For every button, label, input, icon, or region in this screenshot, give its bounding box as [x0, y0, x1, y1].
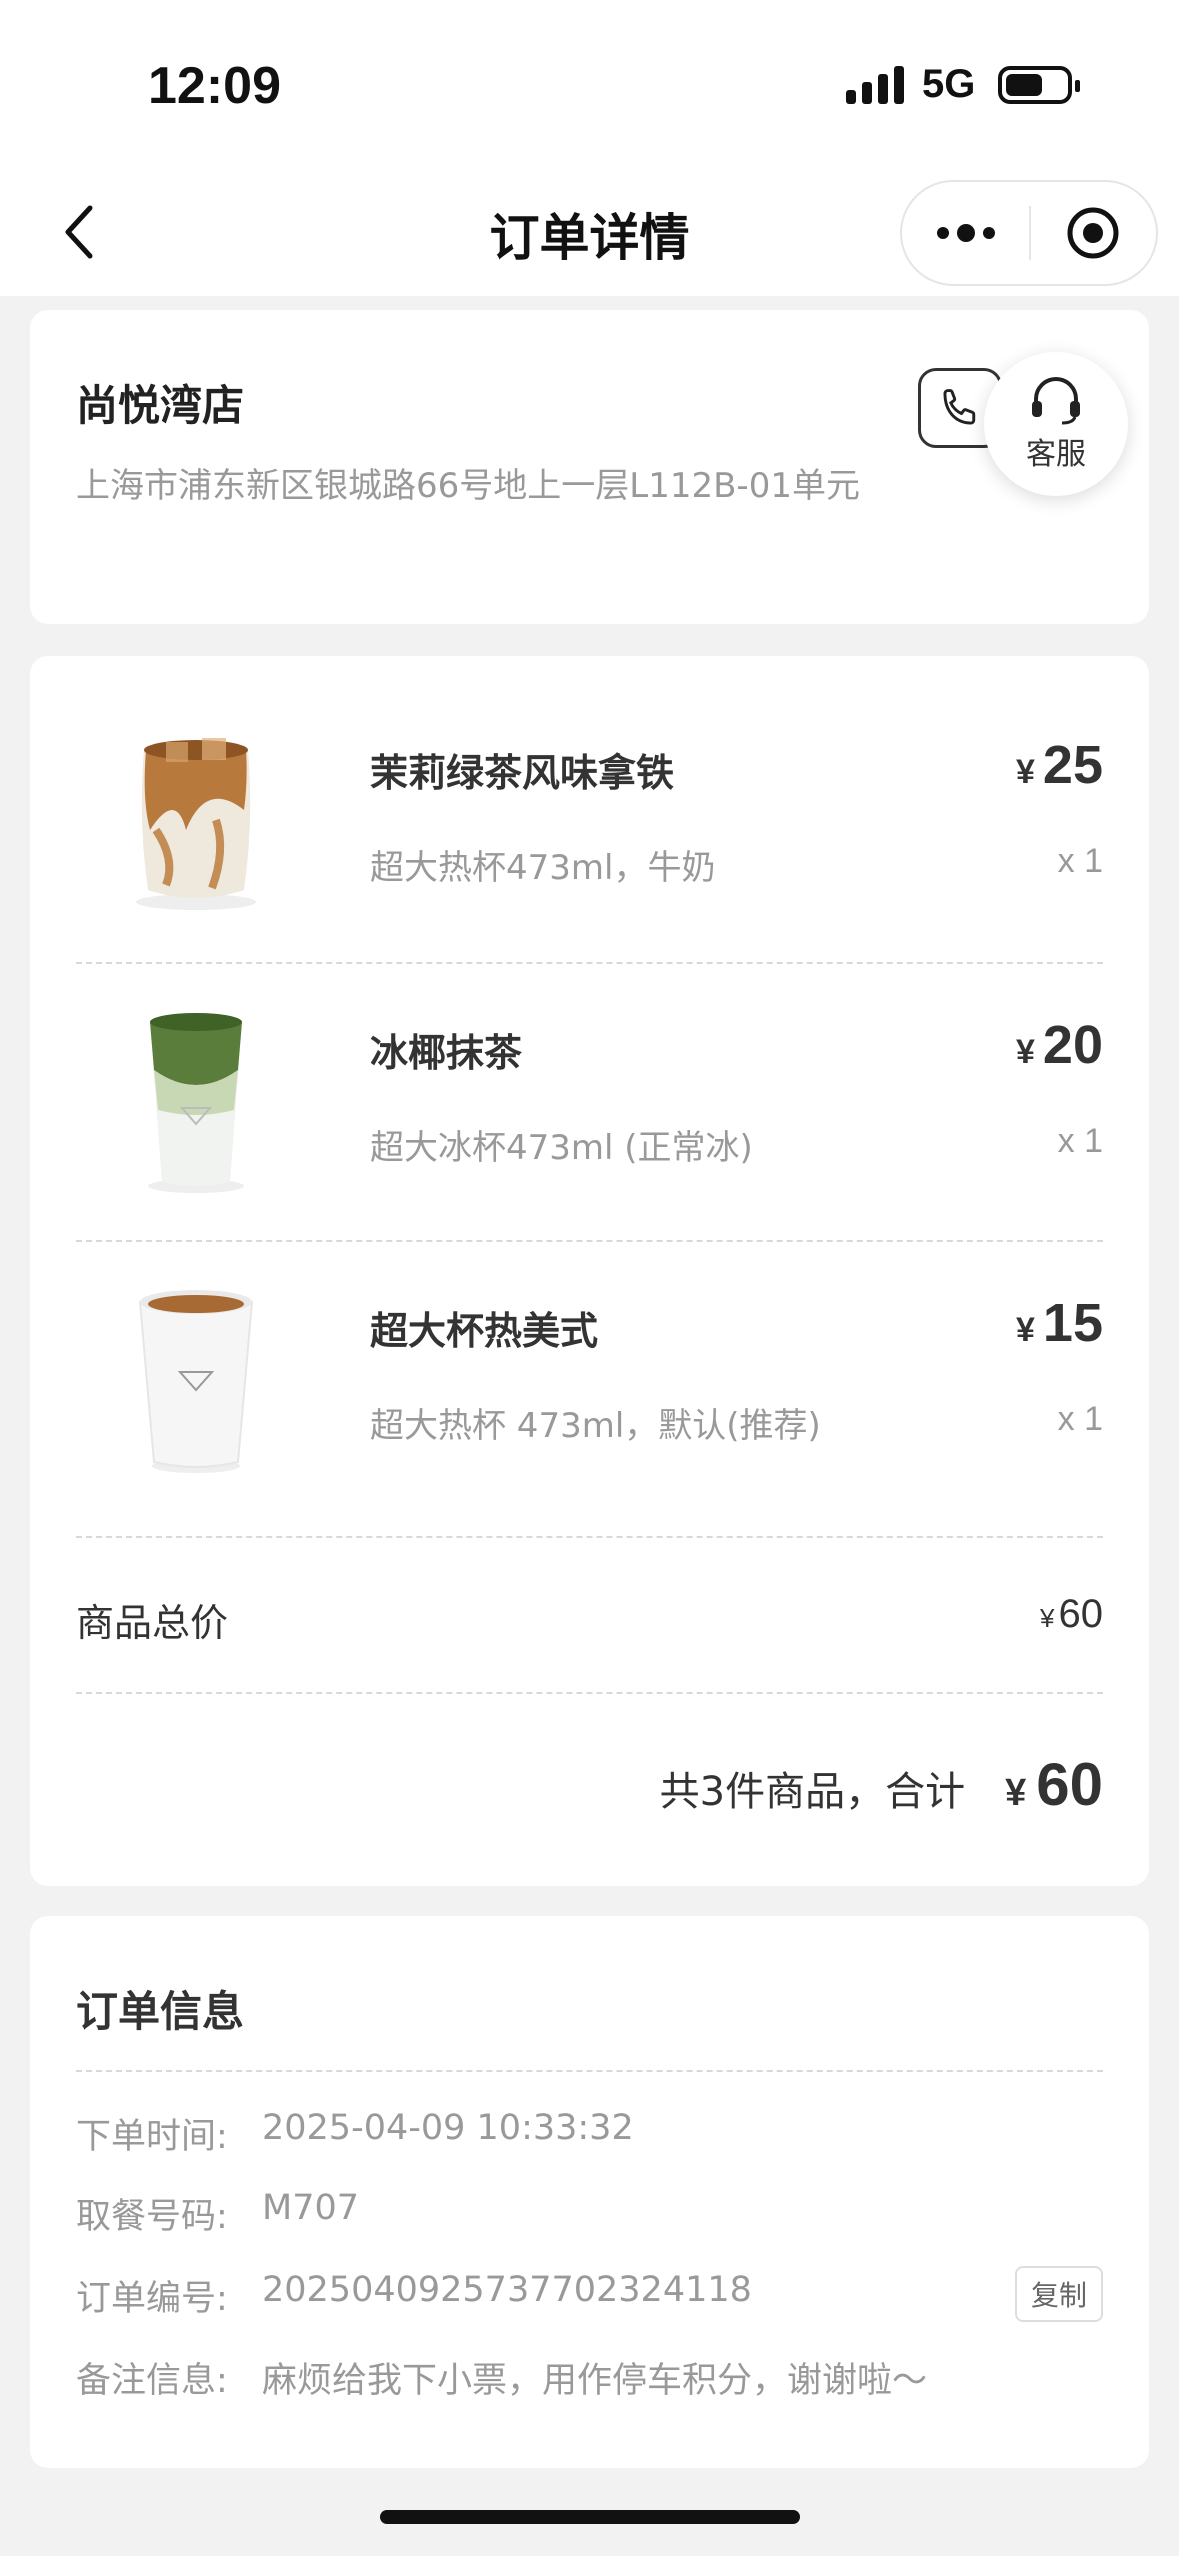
- store-name: 尚悦湾店: [76, 381, 245, 430]
- total-text: 共3件商品，合计: [659, 1769, 966, 1815]
- store-card: 尚悦湾店 上海市浦东新区银城路66号地上一层L112B-01单元 客服: [30, 310, 1149, 624]
- currency-symbol: ¥: [1040, 1603, 1055, 1633]
- order-time-value: 2025-04-09 10:33:32: [262, 2108, 634, 2148]
- item-divider: [76, 1536, 1103, 1538]
- item-quantity: x 1: [1057, 1400, 1103, 1438]
- list-item[interactable]: 冰椰抹茶 超大冰杯473ml (正常冰) ¥20 x 1: [76, 960, 1103, 1240]
- item-price-value: 20: [1042, 1015, 1103, 1075]
- total-row: 共3件商品，合计 ¥60: [660, 1750, 1103, 1819]
- item-price: ¥20: [1016, 1014, 1103, 1076]
- signal-icon: [846, 66, 904, 104]
- customer-service-button[interactable]: 客服: [984, 352, 1128, 496]
- matcha-drink-image: [148, 1013, 244, 1193]
- order-info-card: 订单信息 下单时间: 2025-04-09 10:33:32 取餐号码: M70…: [30, 1916, 1149, 2468]
- remark-row: 备注信息: 麻烦给我下小票，用作停车积分，谢谢啦～: [76, 2352, 927, 2403]
- nav-bar: 订单详情: [0, 170, 1179, 296]
- status-bar: 12:09 5G: [0, 0, 1179, 170]
- pickup-number-label: 取餐号码:: [76, 2197, 228, 2237]
- hot-americano-image: [138, 1290, 254, 1473]
- home-indicator[interactable]: [380, 2510, 800, 2524]
- order-items-card: 茉莉绿茶风味拿铁 超大热杯473ml，牛奶 ¥25 x 1 冰椰抹茶 超大冰杯4…: [30, 656, 1149, 1886]
- battery-icon: [998, 66, 1080, 104]
- item-price-value: 15: [1042, 1293, 1103, 1353]
- list-item[interactable]: 超大杯热美式 超大热杯 473ml，默认(推荐) ¥15 x 1: [76, 1238, 1103, 1518]
- item-spec: 超大冰杯473ml (正常冰): [370, 1128, 753, 1168]
- iced-latte-image: [136, 738, 256, 910]
- currency-symbol: ¥: [1016, 1311, 1035, 1349]
- subtotal-amount: 60: [1058, 1592, 1104, 1636]
- item-price: ¥15: [1016, 1292, 1103, 1354]
- order-number-label: 订单编号:: [76, 2279, 228, 2319]
- remark-value: 麻烦给我下小票，用作停车积分，谢谢啦～: [262, 2361, 928, 2401]
- close-mini-program-button[interactable]: [1031, 182, 1156, 284]
- item-price-value: 25: [1042, 735, 1103, 795]
- pickup-number-row: 取餐号码: M707: [76, 2188, 359, 2239]
- item-name: 茉莉绿茶风味拿铁: [370, 751, 675, 795]
- order-info-divider: [76, 2070, 1103, 2072]
- order-info-title: 订单信息: [76, 1987, 245, 2036]
- network-label: 5G: [922, 62, 976, 106]
- item-quantity: x 1: [1057, 842, 1103, 880]
- headset-icon: [1032, 377, 1080, 425]
- item-spec: 超大热杯 473ml，默认(推荐): [370, 1406, 821, 1446]
- customer-service-label: 客服: [1026, 437, 1086, 472]
- phone-icon: [943, 389, 976, 425]
- subtotal-label: 商品总价: [76, 1601, 229, 1645]
- more-button[interactable]: [902, 182, 1029, 284]
- item-name: 超大杯热美式: [370, 1309, 599, 1353]
- summary-divider: [76, 1692, 1103, 1694]
- order-time-label: 下单时间:: [76, 2117, 228, 2157]
- list-item[interactable]: 茉莉绿茶风味拿铁 超大热杯473ml，牛奶 ¥25 x 1: [76, 680, 1103, 960]
- copy-order-number-button[interactable]: 复制: [1015, 2266, 1103, 2322]
- order-number-value: 2025040925737702324118: [262, 2270, 752, 2310]
- item-price: ¥25: [1016, 734, 1103, 796]
- subtotal-value: ¥60: [1040, 1592, 1103, 1637]
- pickup-number-value: M707: [262, 2188, 360, 2228]
- mini-program-capsule: [900, 180, 1158, 286]
- item-spec: 超大热杯473ml，牛奶: [370, 848, 716, 888]
- target-icon: [1067, 207, 1119, 259]
- order-number-row: 订单编号: 2025040925737702324118: [76, 2270, 752, 2321]
- total-amount: 60: [1036, 1751, 1103, 1818]
- store-address: 上海市浦东新区银城路66号地上一层L112B-01单元: [76, 466, 860, 506]
- currency-symbol: ¥: [1005, 1772, 1027, 1814]
- item-name: 冰椰抹茶: [370, 1031, 523, 1075]
- currency-symbol: ¥: [1016, 753, 1035, 791]
- item-quantity: x 1: [1057, 1122, 1103, 1160]
- currency-symbol: ¥: [1016, 1033, 1035, 1071]
- remark-label: 备注信息:: [76, 2361, 228, 2401]
- total-value: ¥60: [1005, 1750, 1103, 1819]
- status-time: 12:09: [148, 57, 281, 115]
- order-time-row: 下单时间: 2025-04-09 10:33:32: [76, 2108, 634, 2159]
